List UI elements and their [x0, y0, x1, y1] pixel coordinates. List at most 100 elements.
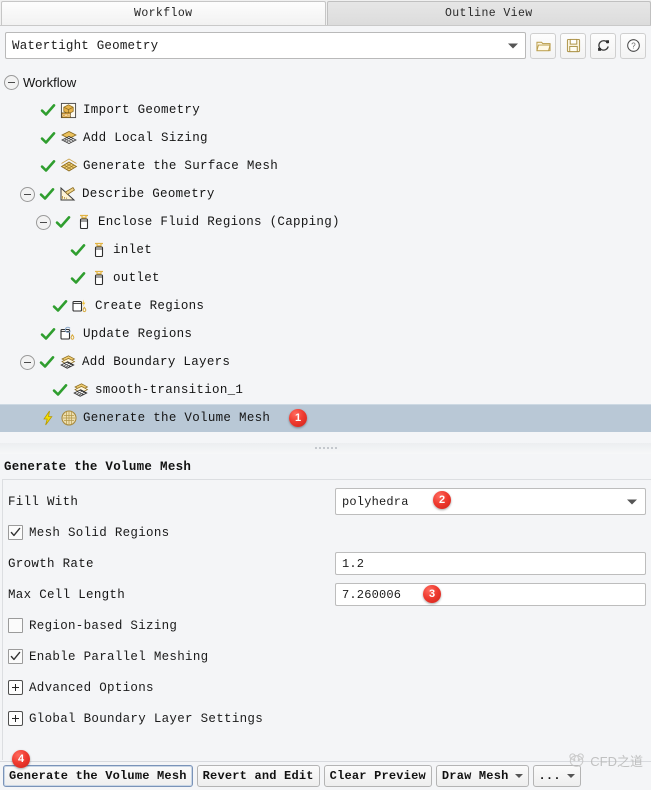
svg-text:?: ? [631, 42, 636, 51]
tree-item-describe-geometry[interactable]: Describe Geometry [0, 180, 651, 208]
growth-rate-value: 1.2 [342, 556, 365, 571]
workflow-type-combobox[interactable]: Watertight Geometry [5, 32, 526, 59]
workflow-tree[interactable]: Workflow CAD Import Geometry Add Local S… [0, 64, 651, 443]
fill-with-dropdown[interactable]: polyhedra [335, 488, 646, 515]
collapse-minus-icon[interactable] [4, 74, 19, 90]
tree-item-enclose-fluid-regions[interactable]: Enclose Fluid Regions (Capping) [0, 208, 651, 236]
max-cell-length-input[interactable]: 7.260006 [335, 583, 646, 606]
check-done-icon [40, 102, 56, 118]
check-done-icon [70, 270, 86, 286]
mesh-solid-regions-label: Mesh Solid Regions [29, 525, 170, 540]
revert-and-edit-label: Revert and Edit [202, 769, 314, 783]
tree-item-add-boundary-layers[interactable]: Add Boundary Layers [0, 348, 651, 376]
check-done-icon [52, 382, 68, 398]
tree-root-label: Workflow [23, 74, 77, 90]
enable-parallel-meshing-label: Enable Parallel Meshing [29, 649, 209, 664]
callout-badge-4: 4 [12, 750, 30, 768]
tree-item-label: Import Geometry [83, 103, 201, 117]
collapse-minus-icon[interactable] [36, 214, 51, 230]
tree-item-outlet[interactable]: outlet [0, 264, 651, 292]
max-cell-length-label: Max Cell Length [8, 587, 126, 602]
callout-badge-3: 3 [423, 585, 441, 603]
fluent-watertight-workflow-window: Workflow Outline View Watertight Geometr… [0, 0, 651, 790]
tree-item-label: Enclose Fluid Regions (Capping) [98, 215, 340, 229]
lightning-pending-icon [40, 410, 56, 426]
global-boundary-layer-settings-label: Global Boundary Layer Settings [29, 711, 264, 726]
local-sizing-icon [59, 129, 78, 148]
revert-and-edit-button[interactable]: Revert and Edit [196, 765, 320, 787]
mesh-solid-regions-checkbox[interactable] [8, 525, 23, 540]
workflow-type-value: Watertight Geometry [12, 38, 159, 53]
chevron-down-icon [508, 43, 518, 48]
tree-item-label: Describe Geometry [82, 187, 215, 201]
reset-workflow-button[interactable] [590, 32, 616, 59]
tree-item-label: outlet [113, 271, 160, 285]
expand-plus-icon[interactable] [8, 680, 23, 695]
growth-rate-input[interactable]: 1.2 [335, 552, 646, 575]
tree-item-import-geometry[interactable]: CAD Import Geometry [0, 96, 651, 124]
clear-preview-button[interactable]: Clear Preview [323, 765, 432, 787]
draw-mesh-button[interactable]: Draw Mesh [435, 765, 529, 787]
tree-item-label: Add Local Sizing [83, 131, 208, 145]
tab-outline-view[interactable]: Outline View [326, 1, 651, 25]
enable-parallel-meshing-checkbox[interactable] [8, 649, 23, 664]
tree-item-smooth-transition-1[interactable]: smooth-transition_1 [0, 376, 651, 404]
help-button[interactable]: ? [620, 32, 646, 59]
tree-item-label: Generate the Surface Mesh [83, 159, 279, 173]
workflow-toolbar: Watertight Geometry ? [0, 26, 651, 64]
tree-item-label: Update Regions [83, 327, 193, 341]
tree-item-generate-volume-mesh[interactable]: Generate the Volume Mesh 1 [0, 404, 651, 432]
property-row-fill-with: Fill With polyhedra 2 [3, 486, 651, 517]
collapse-minus-icon[interactable] [20, 186, 35, 202]
surface-mesh-icon [59, 157, 78, 176]
tree-item-label: Add Boundary Layers [82, 355, 231, 369]
load-workflow-button[interactable] [530, 32, 556, 59]
chevron-down-icon[interactable] [514, 774, 523, 778]
property-row-global-boundary-layer-settings[interactable]: Global Boundary Layer Settings [3, 703, 651, 734]
capping-icon [89, 241, 108, 260]
draw-mesh-label: Draw Mesh [441, 769, 509, 783]
more-options-button[interactable]: ... [532, 765, 581, 787]
save-disk-icon [566, 38, 580, 53]
checkmark-icon [10, 651, 21, 661]
tree-item-label: Create Regions [95, 299, 205, 313]
properties-title: Generate the Volume Mesh [4, 460, 192, 474]
tree-item-create-regions[interactable]: Create Regions [0, 292, 651, 320]
tab-bar: Workflow Outline View [0, 0, 651, 26]
reset-refresh-icon [597, 40, 609, 51]
panel-splitter[interactable] [0, 443, 651, 454]
collapse-minus-icon[interactable] [20, 354, 35, 370]
cad-box-icon: CAD [59, 101, 78, 120]
tab-workflow-label: Workflow [134, 7, 193, 20]
splitter-grip-icon [314, 447, 337, 449]
tree-root-workflow[interactable]: Workflow [0, 68, 651, 96]
tree-item-update-regions[interactable]: Update Regions [0, 320, 651, 348]
fill-with-value: polyhedra [342, 494, 409, 509]
property-row-advanced-options[interactable]: Advanced Options [3, 672, 651, 703]
property-row-growth-rate: Growth Rate 1.2 [3, 548, 651, 579]
check-done-icon [52, 298, 68, 314]
chevron-down-icon[interactable] [566, 774, 575, 778]
chevron-down-icon [627, 499, 637, 504]
checkmark-icon [10, 527, 21, 537]
callout-badge-2: 2 [433, 491, 451, 509]
tree-item-inlet[interactable]: inlet [0, 236, 651, 264]
check-done-icon [40, 158, 56, 174]
region-based-sizing-checkbox[interactable] [8, 618, 23, 633]
properties-body: Fill With polyhedra 2 Mesh Solid Regions [2, 479, 651, 760]
tree-item-generate-surface-mesh[interactable]: Generate the Surface Mesh [0, 152, 651, 180]
save-workflow-button[interactable] [560, 32, 586, 59]
check-done-icon [70, 242, 86, 258]
expand-plus-icon[interactable] [8, 711, 23, 726]
tree-item-label: smooth-transition_1 [95, 383, 244, 397]
callout-badge-1: 1 [289, 409, 307, 427]
generate-the-volume-mesh-button[interactable]: Generate the Volume Mesh [3, 765, 193, 787]
tree-item-add-local-sizing[interactable]: Add Local Sizing [0, 124, 651, 152]
boundary-layer-icon [58, 353, 77, 372]
describe-geom-icon [58, 185, 77, 204]
tree-item-label: inlet [113, 243, 153, 257]
check-done-icon [40, 130, 56, 146]
tab-outline-view-label: Outline View [444, 7, 533, 20]
tab-workflow[interactable]: Workflow [1, 1, 326, 25]
help-question-icon: ? [626, 39, 640, 52]
